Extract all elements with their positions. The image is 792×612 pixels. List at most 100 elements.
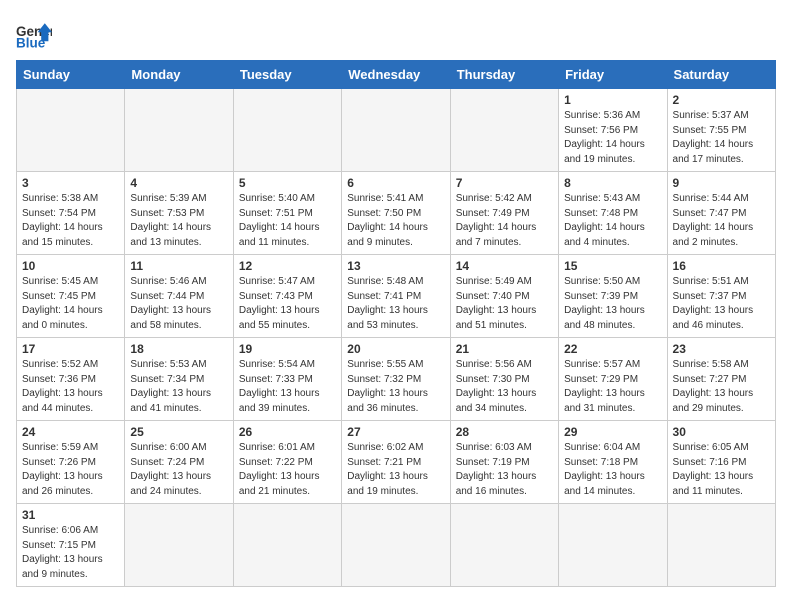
day-number: 7	[456, 176, 553, 190]
day-info: Sunrise: 5:54 AM Sunset: 7:33 PM Dayligh…	[239, 358, 336, 416]
logo: General Blue	[16, 16, 52, 52]
logo-icon: General Blue	[16, 16, 52, 52]
page-header: General Blue	[16, 16, 776, 52]
day-number: 23	[673, 342, 770, 356]
day-info: Sunrise: 6:04 AM Sunset: 7:18 PM Dayligh…	[564, 441, 661, 499]
day-number: 10	[22, 259, 119, 273]
day-number: 31	[22, 508, 119, 522]
day-info: Sunrise: 5:36 AM Sunset: 7:56 PM Dayligh…	[564, 109, 661, 167]
calendar-cell	[342, 89, 450, 172]
calendar-cell	[450, 89, 558, 172]
day-info: Sunrise: 5:59 AM Sunset: 7:26 PM Dayligh…	[22, 441, 119, 499]
calendar-week-row: 1Sunrise: 5:36 AM Sunset: 7:56 PM Daylig…	[17, 89, 776, 172]
day-info: Sunrise: 5:40 AM Sunset: 7:51 PM Dayligh…	[239, 192, 336, 250]
day-info: Sunrise: 5:47 AM Sunset: 7:43 PM Dayligh…	[239, 275, 336, 333]
calendar-cell: 20 Sunrise: 5:55 AM Sunset: 7:32 PM Dayli…	[342, 338, 450, 421]
weekday-header-tuesday: Tuesday	[233, 61, 341, 89]
calendar-cell: 15Sunrise: 5:50 AM Sunset: 7:39 PM Dayli…	[559, 255, 667, 338]
day-info: Sunrise: 5:57 AM Sunset: 7:29 PM Dayligh…	[564, 358, 661, 416]
calendar-cell	[125, 504, 233, 587]
calendar-cell	[17, 89, 125, 172]
calendar-cell: 12 Sunrise: 5:47 AM Sunset: 7:43 PM Dayli…	[233, 255, 341, 338]
day-info: Sunrise: 5:38 AM Sunset: 7:54 PM Dayligh…	[22, 192, 119, 250]
calendar-cell: 2 Sunrise: 5:37 AM Sunset: 7:55 PM Daylig…	[667, 89, 775, 172]
day-info: Sunrise: 5:52 AM Sunset: 7:36 PM Dayligh…	[22, 358, 119, 416]
day-number: 2	[673, 93, 770, 107]
day-info: Sunrise: 5:37 AM Sunset: 7:55 PM Dayligh…	[673, 109, 770, 167]
calendar-cell: 1Sunrise: 5:36 AM Sunset: 7:56 PM Daylig…	[559, 89, 667, 172]
day-number: 24	[22, 425, 119, 439]
day-info: Sunrise: 6:00 AM Sunset: 7:24 PM Dayligh…	[130, 441, 227, 499]
day-number: 21	[456, 342, 553, 356]
calendar-cell	[342, 504, 450, 587]
day-info: Sunrise: 5:50 AM Sunset: 7:39 PM Dayligh…	[564, 275, 661, 333]
calendar-cell: 5 Sunrise: 5:40 AM Sunset: 7:51 PM Daylig…	[233, 172, 341, 255]
calendar-cell: 6 Sunrise: 5:41 AM Sunset: 7:50 PM Daylig…	[342, 172, 450, 255]
day-info: Sunrise: 5:53 AM Sunset: 7:34 PM Dayligh…	[130, 358, 227, 416]
day-info: Sunrise: 5:43 AM Sunset: 7:48 PM Dayligh…	[564, 192, 661, 250]
calendar-cell: 17Sunrise: 5:52 AM Sunset: 7:36 PM Dayli…	[17, 338, 125, 421]
calendar-cell	[233, 89, 341, 172]
day-info: Sunrise: 5:41 AM Sunset: 7:50 PM Dayligh…	[347, 192, 444, 250]
day-info: Sunrise: 5:39 AM Sunset: 7:53 PM Dayligh…	[130, 192, 227, 250]
calendar-cell: 29 Sunrise: 6:04 AM Sunset: 7:18 PM Dayli…	[559, 421, 667, 504]
day-info: Sunrise: 6:06 AM Sunset: 7:15 PM Dayligh…	[22, 524, 119, 582]
day-number: 26	[239, 425, 336, 439]
weekday-header-saturday: Saturday	[667, 61, 775, 89]
calendar-cell: 10Sunrise: 5:45 AM Sunset: 7:45 PM Dayli…	[17, 255, 125, 338]
calendar-cell: 21Sunrise: 5:56 AM Sunset: 7:30 PM Dayli…	[450, 338, 558, 421]
calendar-cell	[667, 504, 775, 587]
day-info: Sunrise: 5:46 AM Sunset: 7:44 PM Dayligh…	[130, 275, 227, 333]
day-info: Sunrise: 5:42 AM Sunset: 7:49 PM Dayligh…	[456, 192, 553, 250]
day-number: 19	[239, 342, 336, 356]
calendar-cell	[559, 504, 667, 587]
calendar-week-row: 10Sunrise: 5:45 AM Sunset: 7:45 PM Dayli…	[17, 255, 776, 338]
day-number: 16	[673, 259, 770, 273]
day-number: 11	[130, 259, 227, 273]
calendar-cell: 14Sunrise: 5:49 AM Sunset: 7:40 PM Dayli…	[450, 255, 558, 338]
day-number: 6	[347, 176, 444, 190]
calendar-cell: 13 Sunrise: 5:48 AM Sunset: 7:41 PM Dayli…	[342, 255, 450, 338]
day-number: 29	[564, 425, 661, 439]
day-info: Sunrise: 5:55 AM Sunset: 7:32 PM Dayligh…	[347, 358, 444, 416]
day-info: Sunrise: 5:51 AM Sunset: 7:37 PM Dayligh…	[673, 275, 770, 333]
day-number: 20	[347, 342, 444, 356]
calendar-week-row: 24 Sunrise: 5:59 AM Sunset: 7:26 PM Dayli…	[17, 421, 776, 504]
calendar-week-row: 3 Sunrise: 5:38 AM Sunset: 7:54 PM Daylig…	[17, 172, 776, 255]
day-number: 13	[347, 259, 444, 273]
calendar-cell: 18 Sunrise: 5:53 AM Sunset: 7:34 PM Dayli…	[125, 338, 233, 421]
calendar-week-row: 31 Sunrise: 6:06 AM Sunset: 7:15 PM Dayli…	[17, 504, 776, 587]
day-number: 25	[130, 425, 227, 439]
calendar-cell: 23Sunrise: 5:58 AM Sunset: 7:27 PM Dayli…	[667, 338, 775, 421]
day-info: Sunrise: 5:48 AM Sunset: 7:41 PM Dayligh…	[347, 275, 444, 333]
calendar-cell	[450, 504, 558, 587]
weekday-header-wednesday: Wednesday	[342, 61, 450, 89]
day-number: 12	[239, 259, 336, 273]
calendar-cell: 26 Sunrise: 6:01 AM Sunset: 7:22 PM Dayli…	[233, 421, 341, 504]
calendar-cell: 9Sunrise: 5:44 AM Sunset: 7:47 PM Daylig…	[667, 172, 775, 255]
calendar-cell	[233, 504, 341, 587]
day-info: Sunrise: 6:01 AM Sunset: 7:22 PM Dayligh…	[239, 441, 336, 499]
weekday-header-row: SundayMondayTuesdayWednesdayThursdayFrid…	[17, 61, 776, 89]
day-number: 3	[22, 176, 119, 190]
day-number: 4	[130, 176, 227, 190]
calendar-table: SundayMondayTuesdayWednesdayThursdayFrid…	[16, 60, 776, 587]
calendar-cell: 3 Sunrise: 5:38 AM Sunset: 7:54 PM Daylig…	[17, 172, 125, 255]
calendar-cell: 19 Sunrise: 5:54 AM Sunset: 7:33 PM Dayli…	[233, 338, 341, 421]
day-number: 18	[130, 342, 227, 356]
day-info: Sunrise: 6:02 AM Sunset: 7:21 PM Dayligh…	[347, 441, 444, 499]
calendar-cell: 22Sunrise: 5:57 AM Sunset: 7:29 PM Dayli…	[559, 338, 667, 421]
day-number: 14	[456, 259, 553, 273]
calendar-week-row: 17Sunrise: 5:52 AM Sunset: 7:36 PM Dayli…	[17, 338, 776, 421]
day-number: 8	[564, 176, 661, 190]
calendar-cell: 16 Sunrise: 5:51 AM Sunset: 7:37 PM Dayli…	[667, 255, 775, 338]
day-number: 9	[673, 176, 770, 190]
day-number: 5	[239, 176, 336, 190]
day-number: 30	[673, 425, 770, 439]
calendar-cell	[125, 89, 233, 172]
calendar-cell: 8 Sunrise: 5:43 AM Sunset: 7:48 PM Daylig…	[559, 172, 667, 255]
calendar-cell: 25 Sunrise: 6:00 AM Sunset: 7:24 PM Dayli…	[125, 421, 233, 504]
calendar-cell: 30Sunrise: 6:05 AM Sunset: 7:16 PM Dayli…	[667, 421, 775, 504]
calendar-cell: 28Sunrise: 6:03 AM Sunset: 7:19 PM Dayli…	[450, 421, 558, 504]
calendar-cell: 27Sunrise: 6:02 AM Sunset: 7:21 PM Dayli…	[342, 421, 450, 504]
